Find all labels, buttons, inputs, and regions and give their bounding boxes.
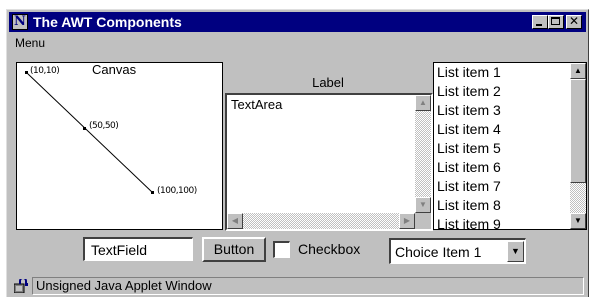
point-marker bbox=[83, 127, 86, 130]
canvas[interactable]: Canvas (10,10) (50,50) (100,100) bbox=[16, 62, 223, 230]
scroll-up-button[interactable]: ▲ bbox=[415, 95, 431, 111]
arrow-up-icon: ▲ bbox=[419, 98, 427, 107]
choice-selected-value: Choice Item 1 bbox=[395, 244, 482, 260]
point-label: (100,100) bbox=[157, 186, 197, 196]
scroll-up-button[interactable]: ▲ bbox=[570, 63, 586, 79]
scroll-down-button[interactable]: ▼ bbox=[570, 213, 586, 229]
textarea[interactable]: TextArea ▲ ▼ ◀ ▶ bbox=[225, 93, 433, 231]
java-n-icon[interactable]: N bbox=[12, 14, 28, 30]
label-component: Label bbox=[312, 75, 344, 90]
arrow-up-icon: ▲ bbox=[574, 66, 582, 75]
close-button[interactable]: ✕ bbox=[566, 14, 582, 29]
arrow-down-icon: ▼ bbox=[574, 216, 582, 225]
maximize-button[interactable] bbox=[548, 15, 564, 29]
text-field-value: TextField bbox=[91, 242, 148, 258]
chevron-down-icon: ▼ bbox=[511, 246, 520, 256]
button[interactable]: Button bbox=[202, 237, 266, 262]
status-text: Unsigned Java Applet Window bbox=[36, 278, 212, 293]
status-field: Unsigned Java Applet Window bbox=[32, 277, 584, 295]
scroll-right-button[interactable]: ▶ bbox=[399, 213, 415, 229]
scroll-thumb[interactable] bbox=[570, 79, 586, 183]
scroll-corner bbox=[415, 213, 431, 229]
point-label: (10,10) bbox=[30, 66, 60, 76]
arrow-left-icon: ◀ bbox=[231, 216, 239, 225]
maximize-icon bbox=[551, 17, 560, 25]
list-items: List item 1 List item 2 List item 3 List… bbox=[437, 63, 501, 229]
list-item[interactable]: List item 3 bbox=[437, 101, 501, 120]
list-item[interactable]: List item 6 bbox=[437, 158, 501, 177]
applet-window: N The AWT Components ✕ Menu Canvas (10,1… bbox=[6, 9, 589, 297]
point-marker bbox=[151, 191, 154, 194]
point-label: (50,50) bbox=[89, 121, 119, 131]
arrow-down-icon: ▼ bbox=[419, 200, 427, 209]
list-item[interactable]: List item 1 bbox=[437, 63, 501, 82]
menu-item-menu[interactable]: Menu bbox=[15, 35, 45, 51]
list-box[interactable]: List item 1 List item 2 List item 3 List… bbox=[433, 62, 587, 230]
list-item[interactable]: List item 2 bbox=[437, 82, 501, 101]
window-title: The AWT Components bbox=[33, 14, 182, 30]
textarea-text: TextArea bbox=[231, 97, 283, 112]
menu-bar: Menu bbox=[9, 33, 586, 53]
minimize-icon bbox=[536, 24, 542, 26]
arrow-right-icon: ▶ bbox=[403, 216, 411, 225]
list-item[interactable]: List item 9 bbox=[437, 215, 501, 229]
point-marker bbox=[25, 71, 28, 74]
choice-dropdown[interactable]: Choice Item 1 ▼ bbox=[389, 238, 526, 264]
minimize-button[interactable] bbox=[532, 15, 548, 29]
status-bar: Unsigned Java Applet Window bbox=[9, 276, 586, 296]
list-item[interactable]: List item 4 bbox=[437, 120, 501, 139]
textarea-horizontal-scrollbar[interactable]: ◀ ▶ bbox=[227, 213, 415, 229]
list-item[interactable]: List item 8 bbox=[437, 196, 501, 215]
list-item[interactable]: List item 5 bbox=[437, 139, 501, 158]
dropdown-button[interactable]: ▼ bbox=[507, 241, 524, 262]
textarea-vertical-scrollbar[interactable]: ▲ ▼ bbox=[415, 95, 431, 213]
checkbox-label[interactable]: Checkbox bbox=[298, 240, 360, 258]
scroll-left-button[interactable]: ◀ bbox=[227, 213, 243, 229]
title-bar[interactable]: N The AWT Components ✕ bbox=[9, 12, 586, 32]
applet-warning-icon bbox=[14, 279, 28, 293]
canvas-title: Canvas bbox=[92, 62, 137, 77]
list-item[interactable]: List item 7 bbox=[437, 177, 501, 196]
list-vertical-scrollbar[interactable]: ▲ ▼ bbox=[570, 63, 586, 229]
scroll-down-button[interactable]: ▼ bbox=[415, 197, 431, 213]
close-icon: ✕ bbox=[568, 14, 580, 28]
canvas-drawing bbox=[25, 71, 154, 194]
text-field[interactable]: TextField bbox=[83, 237, 193, 261]
canvas-line bbox=[26, 72, 154, 194]
checkbox[interactable] bbox=[273, 241, 290, 258]
